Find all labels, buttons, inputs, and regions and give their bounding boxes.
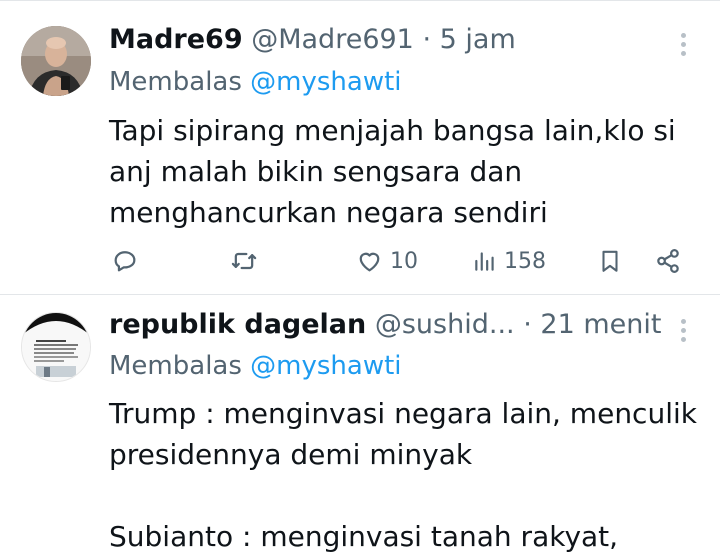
avatar[interactable]	[21, 26, 91, 96]
user-handle[interactable]: @sushid...	[375, 309, 515, 340]
avatar[interactable]	[21, 312, 91, 382]
like-count: 10	[390, 248, 418, 274]
display-name[interactable]: republik dagelan	[109, 309, 366, 340]
bookmark-button[interactable]	[597, 243, 623, 279]
bookmark-icon	[602, 250, 618, 272]
more-icon[interactable]	[681, 33, 687, 60]
timestamp[interactable]: 5 jam	[440, 24, 516, 55]
reply-context: Membalas @myshawti	[109, 66, 402, 98]
views-icon	[475, 252, 494, 271]
views-button[interactable]: 158	[472, 243, 546, 279]
like-button[interactable]: 10	[355, 243, 418, 279]
tweet-header: Madre69 @Madre691 · 5 jam	[109, 23, 516, 57]
heart-icon	[359, 252, 380, 272]
display-name[interactable]: Madre69	[109, 24, 243, 55]
action-bar: 10 158	[0, 243, 720, 279]
reply-icon	[114, 251, 136, 272]
timestamp[interactable]: 21 menit	[540, 309, 661, 340]
share-icon	[657, 249, 679, 273]
share-button[interactable]	[654, 243, 682, 279]
retweet-button[interactable]	[229, 243, 259, 279]
view-count: 158	[504, 248, 546, 274]
reply-button[interactable]	[111, 243, 139, 279]
more-icon[interactable]	[681, 319, 687, 346]
reply-handle[interactable]: @myshawti	[250, 351, 401, 381]
retweet-icon	[231, 252, 257, 270]
reply-context: Membalas @myshawti	[109, 350, 402, 382]
tweet-text: Trump : menginvasi negara lain, menculik…	[109, 397, 697, 553]
top-divider	[0, 0, 720, 1]
reply-prefix: Membalas	[109, 67, 242, 97]
tweet-text: Tapi sipirang menjajah bangsa lain,klo s…	[109, 114, 676, 229]
user-handle[interactable]: @Madre691	[251, 24, 414, 55]
separator: ·	[422, 24, 432, 55]
reply-handle[interactable]: @myshawti	[250, 67, 401, 97]
separator: ·	[523, 309, 532, 340]
reply-prefix: Membalas	[109, 351, 242, 381]
tweet-header: republik dagelan @sushid... · 21 menit	[109, 308, 661, 342]
tweet-divider	[0, 294, 720, 295]
